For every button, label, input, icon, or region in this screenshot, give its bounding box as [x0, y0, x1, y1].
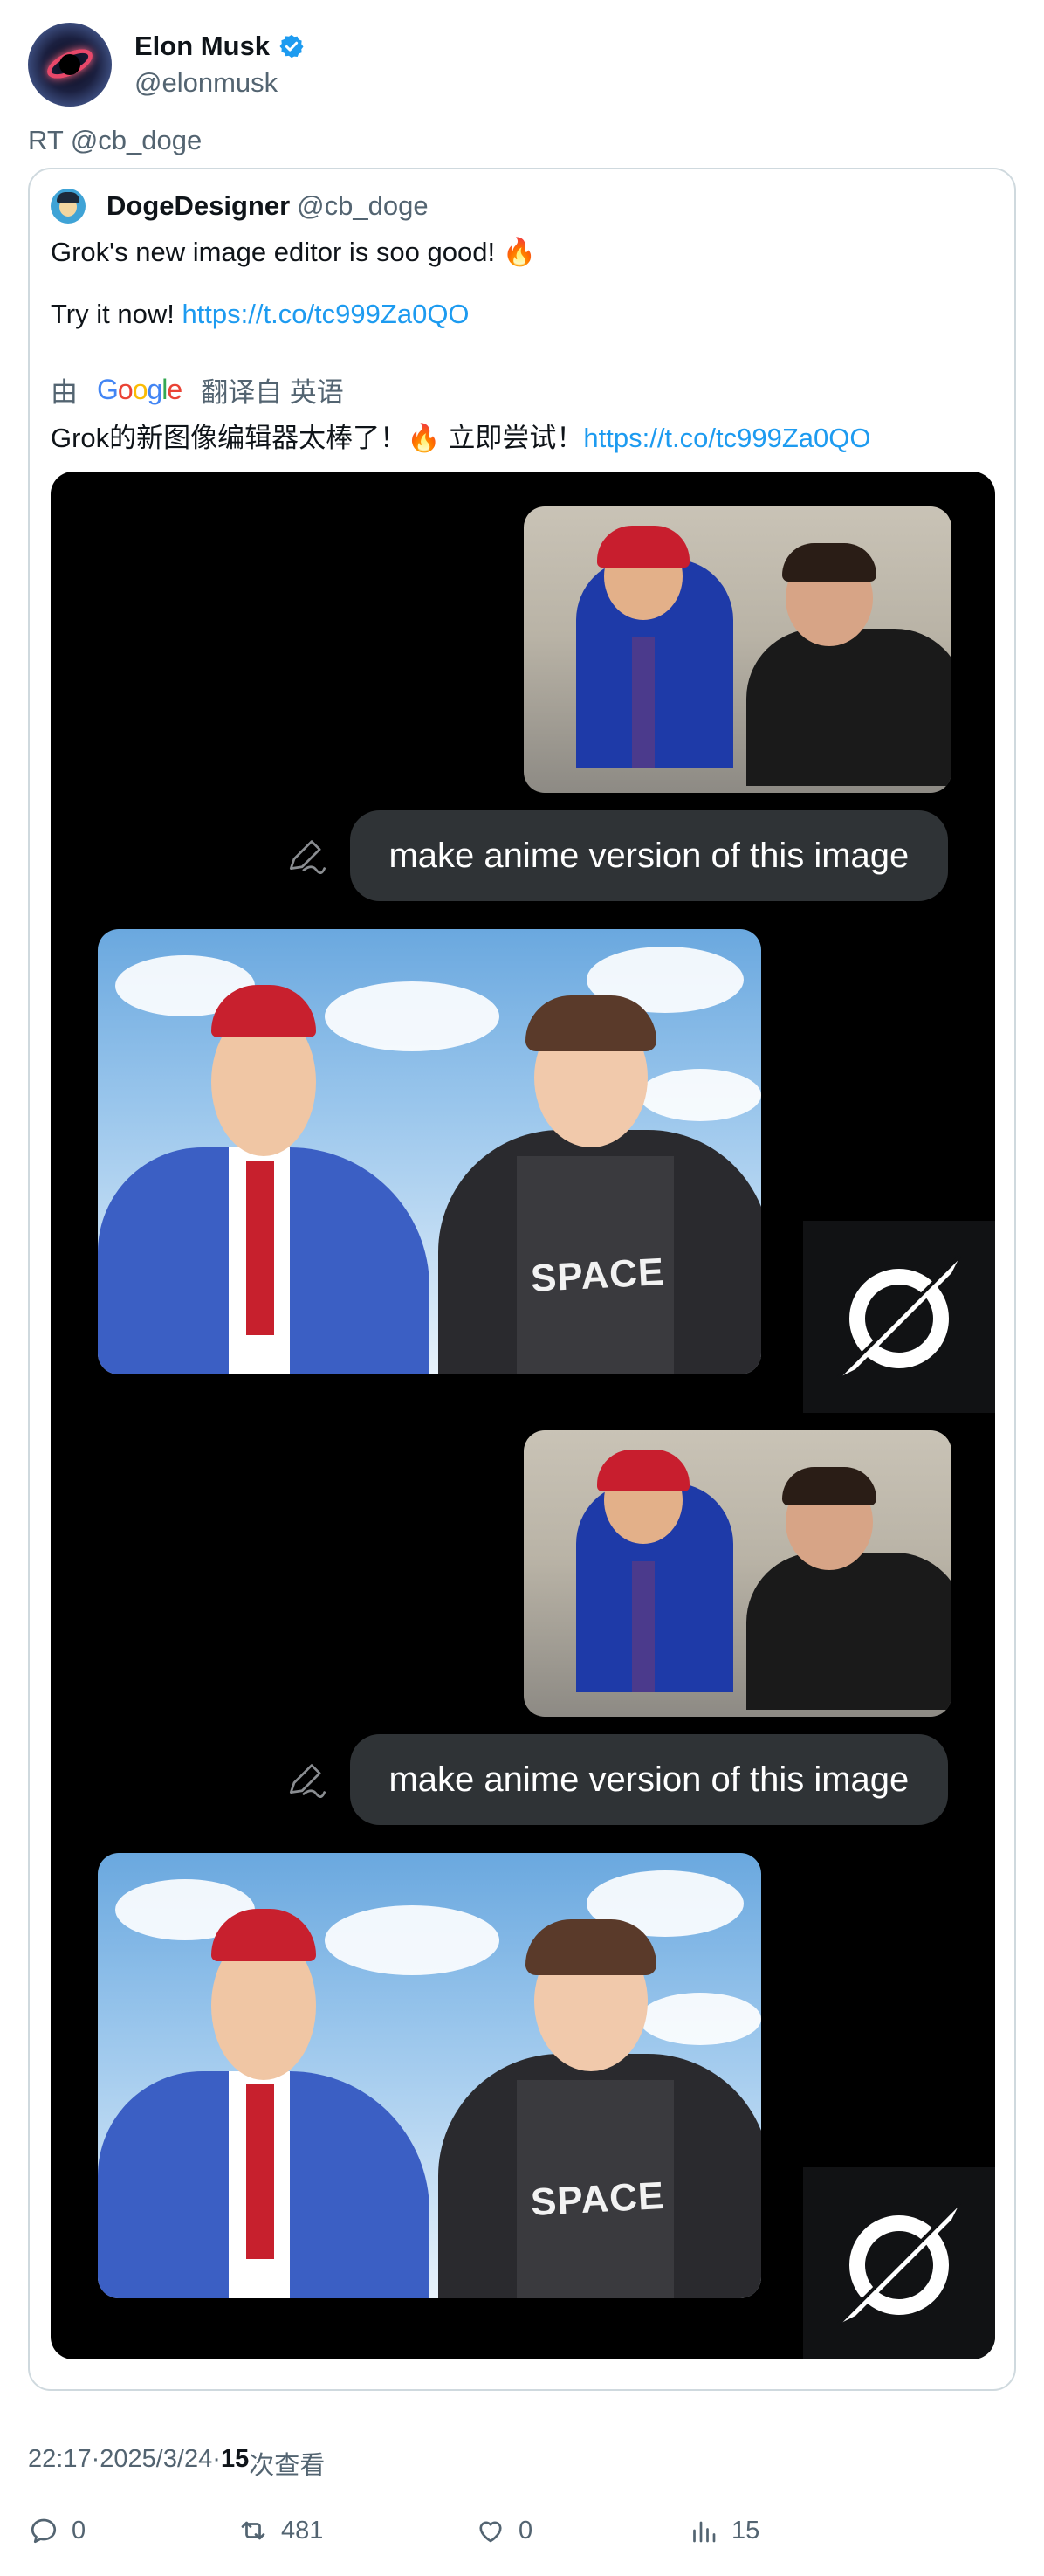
cloud — [325, 981, 499, 1051]
author-display-name[interactable]: Elon Musk — [134, 31, 270, 62]
cloud — [639, 1069, 761, 1121]
grok-logo-icon — [836, 1254, 962, 1380]
photo-tie — [632, 637, 655, 768]
like-count: 0 — [519, 2516, 533, 2545]
google-letter: G — [97, 374, 119, 405]
translated-link[interactable]: https://t.co/tc999Za0QO — [583, 423, 870, 453]
heart-icon — [479, 2521, 502, 2543]
edit-pencil-icon[interactable] — [285, 1757, 326, 1802]
original-photo — [524, 506, 951, 793]
reply-count: 0 — [72, 2516, 86, 2545]
photo-person-right-body — [746, 1553, 951, 1710]
photo-person-right-body — [746, 629, 951, 786]
quoted-display-name[interactable]: DogeDesigner — [106, 190, 290, 222]
anime-shirt-text: SPACE — [529, 2174, 666, 2224]
translated-by-label: 由 — [51, 377, 78, 408]
reply-icon — [31, 2518, 57, 2544]
anime-person-right-hair — [525, 1919, 656, 1975]
tweet-meta: 22:17 · 2025/3/24 · 15 次查看 — [28, 2445, 325, 2482]
quoted-handle[interactable]: @cb_doge — [297, 190, 428, 222]
google-letter: g — [147, 374, 162, 405]
meta-separator: · — [91, 2445, 100, 2473]
quoted-avatar[interactable] — [51, 189, 86, 224]
retweet-label: RT @cb_doge — [28, 125, 203, 155]
anime-result-image: SPACE — [98, 1853, 761, 2298]
google-logo: Google — [97, 374, 182, 406]
views-action-count: 15 — [731, 2516, 760, 2545]
translated-text: Grok的新图像编辑器太棒了！🔥 立即尝试！https://t.co/tc999… — [51, 416, 871, 455]
quoted-text-prefix: Try it now! — [51, 299, 182, 329]
anime-person-right-hair — [525, 995, 656, 1051]
quoted-link[interactable]: https://t.co/tc999Za0QO — [182, 299, 469, 329]
google-letter: o — [117, 374, 134, 405]
prompt-bubble: make anime version of this image — [350, 1734, 948, 1825]
quoted-text-line-1: Grok's new image editor is soo good! 🔥 — [51, 237, 537, 267]
verified-badge-icon — [279, 34, 304, 59]
photo-tie — [632, 1561, 655, 1692]
tweet-time[interactable]: 22:17 — [28, 2445, 92, 2482]
anime-shirt-text: SPACE — [529, 1250, 666, 1300]
cloud — [325, 1905, 499, 1975]
tweet-date[interactable]: 2025/3/24 — [100, 2445, 212, 2482]
action-bar: 0 481 0 15 — [28, 2515, 988, 2557]
edit-pencil-icon[interactable] — [285, 833, 326, 878]
grok-logo-tile — [803, 1221, 995, 1413]
photo-person-right-hair — [782, 1467, 876, 1505]
prompt-bubble: make anime version of this image — [350, 810, 948, 901]
anime-red-tie — [246, 2084, 274, 2259]
quoted-header: DogeDesigner @cb_doge — [51, 189, 429, 224]
translated-from-label: 翻译自 英语 — [201, 377, 344, 408]
grok-logo-tile — [803, 2167, 995, 2359]
retweet-count: 481 — [281, 2516, 324, 2545]
reply-button[interactable]: 0 — [28, 2515, 86, 2546]
media-screenshot[interactable]: make anime version of this image SPACE m… — [51, 472, 995, 2359]
quoted-avatar-hat — [57, 192, 79, 203]
quoted-tweet[interactable]: DogeDesigner @cb_doge Grok's new image e… — [28, 168, 1016, 2391]
retweet-icon — [241, 2521, 265, 2540]
views-label: 次查看 — [249, 2452, 326, 2480]
anime-red-tie — [246, 1161, 274, 1335]
meta-separator: · — [212, 2445, 221, 2473]
author-handle[interactable]: @elonmusk — [134, 67, 305, 99]
retweet-button[interactable]: 481 — [237, 2515, 323, 2546]
prompt-row: make anime version of this image — [285, 1734, 948, 1825]
anime-result-image: SPACE — [98, 929, 761, 1374]
original-photo — [524, 1430, 951, 1717]
prompt-row: make anime version of this image — [285, 810, 948, 901]
google-letter: e — [167, 374, 182, 405]
views-button[interactable]: 15 — [688, 2515, 759, 2546]
author-names: Elon Musk @elonmusk — [134, 31, 305, 99]
photo-red-cap — [597, 526, 690, 568]
black-hole-center — [59, 54, 80, 75]
author-avatar[interactable] — [28, 23, 112, 107]
tweet-header: Elon Musk @elonmusk — [28, 21, 305, 108]
photo-red-cap — [597, 1450, 690, 1491]
translated-text-body: Grok的新图像编辑器太棒了！🔥 立即尝试！ — [51, 423, 584, 453]
quoted-text-line-2: Try it now! https://t.co/tc999Za0QO — [51, 299, 470, 330]
google-letter: o — [132, 374, 148, 405]
grok-logo-icon — [836, 2201, 962, 2326]
cloud — [639, 1993, 761, 2045]
translation-attribution: 由 Google 翻译自 英语 — [51, 370, 344, 410]
photo-person-right-hair — [782, 543, 876, 582]
name-row: Elon Musk — [134, 31, 305, 62]
views-count: 15 — [220, 2445, 250, 2473]
analytics-icon — [693, 2521, 716, 2543]
like-button[interactable]: 0 — [475, 2515, 532, 2546]
